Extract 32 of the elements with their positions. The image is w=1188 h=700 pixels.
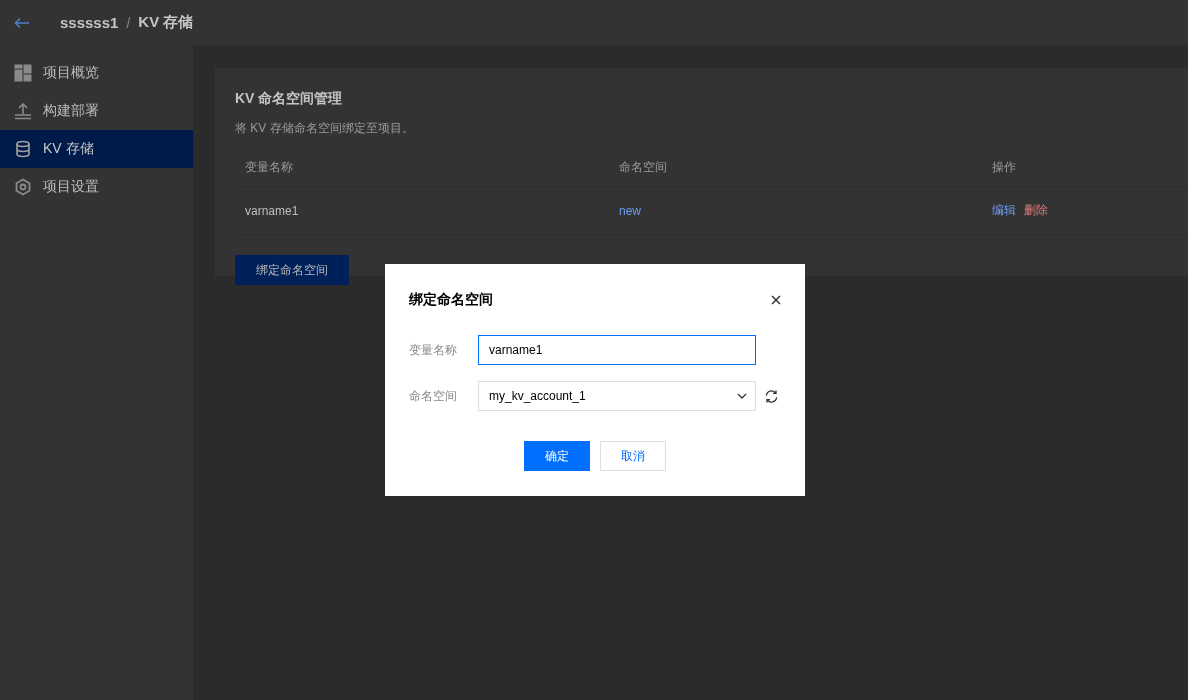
field-label: 命名空间 (409, 387, 458, 405)
chevron-down-icon (737, 393, 747, 399)
page-title: KV 存储 (138, 13, 194, 32)
table-cell: varname1 (245, 203, 299, 218)
edit-link[interactable]: 编辑 (992, 202, 1016, 219)
sidebar-item[interactable]: KV 存储 (0, 130, 193, 168)
delete-link[interactable]: 删除 (1024, 202, 1048, 219)
sidebar-item[interactable]: 构建部署 (0, 92, 193, 130)
breadcrumb-separator: / (126, 14, 131, 31)
column-header: 命名空间 (619, 158, 667, 176)
close-icon[interactable] (771, 295, 781, 305)
sidebar-item[interactable]: 项目概览 (0, 54, 193, 92)
dialog-title: 绑定命名空间 (409, 291, 493, 309)
refresh-icon[interactable] (764, 388, 779, 404)
settings-icon (14, 178, 32, 196)
panel-title: KV 命名空间管理 (235, 89, 344, 108)
namespace-select[interactable]: my_kv_account_1 (478, 381, 756, 411)
sidebar-item[interactable]: 项目设置 (0, 168, 193, 206)
project-name[interactable]: ssssss1 (60, 14, 119, 31)
namespace-link[interactable]: new (619, 203, 641, 218)
column-header: 操作 (992, 158, 1016, 176)
bind-namespace-button[interactable]: 绑定命名空间 (235, 255, 349, 285)
back-arrow-icon[interactable] (14, 16, 30, 29)
column-header: 变量名称 (245, 158, 293, 176)
panel-description: 将 KV 存储命名空间绑定至项目。 (235, 120, 415, 137)
confirm-button[interactable]: 确定 (524, 441, 590, 471)
database-icon (14, 140, 32, 158)
field-label: 变量名称 (409, 341, 458, 359)
variable-name-input[interactable]: varname1 (478, 335, 756, 365)
cancel-button[interactable]: 取消 (600, 441, 666, 471)
dashboard-icon (14, 64, 32, 82)
upload-icon (14, 102, 32, 120)
